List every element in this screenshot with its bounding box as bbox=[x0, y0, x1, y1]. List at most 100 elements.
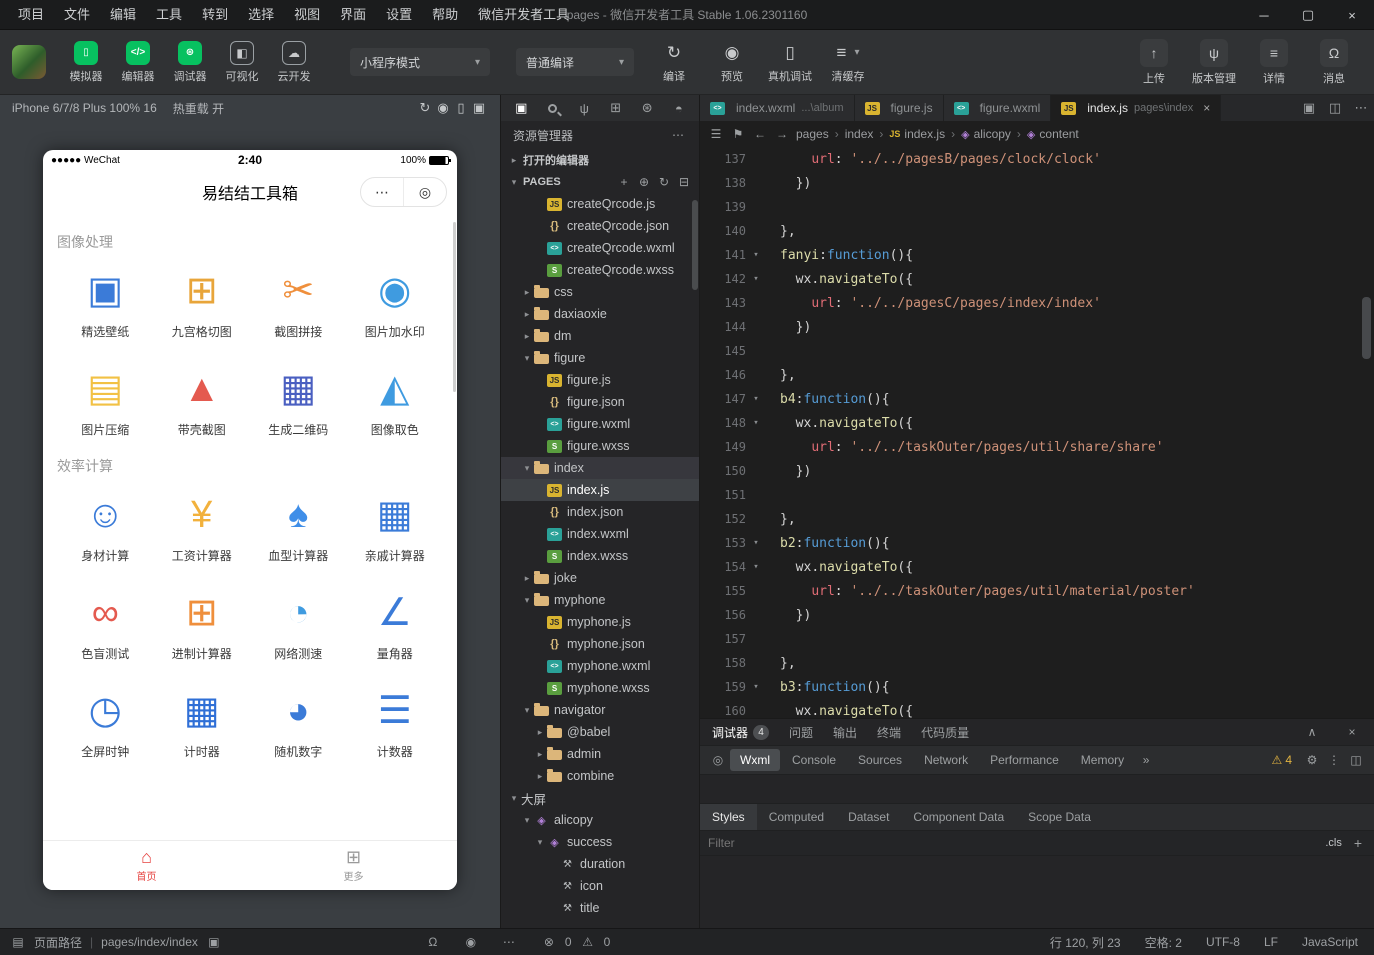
tree-item[interactable]: {}createQrcode.json bbox=[501, 215, 699, 237]
tree-item[interactable]: ▾◈success bbox=[501, 831, 699, 853]
tree-item[interactable]: {}index.json bbox=[501, 501, 699, 523]
editor-button[interactable]: </>编辑器 bbox=[112, 41, 164, 84]
user-avatar[interactable] bbox=[12, 45, 46, 79]
tree-item[interactable]: ▸combine bbox=[501, 765, 699, 787]
style-tab[interactable]: Computed bbox=[757, 804, 836, 830]
devtools-tab[interactable]: Sources bbox=[848, 749, 912, 771]
fold-icon[interactable]: ▾ bbox=[746, 394, 766, 404]
editor-scrollbar[interactable] bbox=[1362, 297, 1371, 359]
menu-item[interactable]: 微信开发者工具 bbox=[468, 0, 579, 30]
tree-item[interactable]: JSindex.js bbox=[501, 479, 699, 501]
compile-select[interactable]: 普通编译 ▾ bbox=[516, 48, 634, 76]
fold-icon[interactable]: ▾ bbox=[746, 274, 766, 284]
preview-button[interactable]: ◉预览 bbox=[706, 41, 758, 84]
close-tab-icon[interactable]: × bbox=[1203, 101, 1210, 115]
breadcrumb-item[interactable]: JSindex.js bbox=[889, 127, 945, 141]
phone-icon[interactable]: ▯ bbox=[452, 99, 470, 117]
app-item[interactable]: ⊞九宫格切图 bbox=[154, 266, 251, 340]
editor-tab[interactable]: <>index.wxml...\album bbox=[700, 95, 855, 121]
capsule-more-button[interactable]: ⋯ bbox=[361, 178, 404, 206]
tab-list-icon[interactable]: ▣ bbox=[1296, 95, 1322, 121]
eye-icon[interactable]: ◉ bbox=[463, 935, 479, 949]
details-button[interactable]: ≡详情 bbox=[1248, 39, 1300, 86]
tree-item[interactable]: ScreateQrcode.wxss bbox=[501, 259, 699, 281]
mode-select[interactable]: 小程序模式 ▾ bbox=[350, 48, 490, 76]
fold-icon[interactable]: ▾ bbox=[746, 250, 766, 260]
device-selector[interactable]: iPhone 6/7/8 Plus 100% 16 bbox=[12, 101, 157, 115]
tree-item[interactable]: Sfigure.wxss bbox=[501, 435, 699, 457]
panel-tab[interactable]: 调试器4 bbox=[712, 724, 769, 741]
errors-icon[interactable]: ⊗ bbox=[541, 935, 557, 949]
maximize-button[interactable]: ▢ bbox=[1286, 0, 1330, 30]
app-item[interactable]: ◷全屏时钟 bbox=[57, 686, 154, 760]
tree-item[interactable]: <>figure.wxml bbox=[501, 413, 699, 435]
indent-setting[interactable]: 空格: 2 bbox=[1145, 934, 1182, 951]
menu-item[interactable]: 视图 bbox=[284, 0, 330, 30]
tree-item[interactable]: {}figure.json bbox=[501, 391, 699, 413]
minimize-button[interactable]: ─ bbox=[1242, 0, 1286, 30]
compile-button[interactable]: ↻编译 bbox=[648, 41, 700, 84]
simulator-button[interactable]: ▯模拟器 bbox=[60, 41, 112, 84]
breadcrumb-item[interactable]: pages bbox=[796, 127, 829, 141]
tree-item[interactable]: ▾index bbox=[501, 457, 699, 479]
tree-item[interactable]: ⚒title bbox=[501, 897, 699, 919]
page-path-value[interactable]: pages/index/index bbox=[101, 935, 198, 949]
record-icon[interactable]: ◉ bbox=[434, 99, 452, 117]
open-editors-section[interactable]: ▸ 打开的编辑器 bbox=[501, 149, 699, 171]
editor-tab[interactable]: <>figure.wxml bbox=[944, 95, 1052, 121]
editor-tab[interactable]: JSindex.jspages\index× bbox=[1051, 95, 1221, 121]
app-item[interactable]: ◔网络测速 bbox=[250, 588, 347, 662]
app-item[interactable]: ▦计时器 bbox=[154, 686, 251, 760]
tree-item[interactable]: ▸daxiaoxie bbox=[501, 303, 699, 325]
app-item[interactable]: ▣精选壁纸 bbox=[57, 266, 154, 340]
app-item[interactable]: ⊞进制计算器 bbox=[154, 588, 251, 662]
explorer-more-icon[interactable]: ⋯ bbox=[669, 126, 687, 144]
add-style-button[interactable]: + bbox=[1350, 835, 1366, 851]
bug-icon[interactable]: ⊛ bbox=[640, 100, 655, 116]
menu-item[interactable]: 项目 bbox=[8, 0, 54, 30]
pages-section-header[interactable]: ▾ PAGES + ⊕ ↻ ⊟ bbox=[501, 171, 699, 193]
app-item[interactable]: ¥工资计算器 bbox=[154, 490, 251, 564]
tree-item[interactable]: ▾大屏 bbox=[501, 787, 699, 809]
panel-tab[interactable]: 代码质量 bbox=[921, 724, 969, 741]
dock-side-icon[interactable]: ◫ bbox=[1346, 750, 1366, 770]
editor-tab[interactable]: JSfigure.js bbox=[855, 95, 944, 121]
close-button[interactable]: × bbox=[1330, 0, 1374, 30]
panel-tab[interactable]: 问题 bbox=[789, 724, 813, 741]
editor-more-icon[interactable]: ⋯ bbox=[1348, 95, 1374, 121]
tree-item[interactable]: ▸@babel bbox=[501, 721, 699, 743]
visualization-button[interactable]: ◧可视化 bbox=[216, 41, 268, 84]
upload-button[interactable]: ↑上传 bbox=[1128, 39, 1180, 86]
more-tabs-icon[interactable]: » bbox=[1136, 750, 1156, 770]
new-file-icon[interactable]: + bbox=[615, 173, 633, 191]
bell-icon[interactable]: Ω bbox=[425, 935, 441, 949]
more-icon[interactable]: ⋯ bbox=[501, 935, 517, 949]
menu-item[interactable]: 文件 bbox=[54, 0, 100, 30]
code-area[interactable]: 137 url: '../../pagesB/pages/clock/clock… bbox=[700, 147, 1374, 718]
app-item[interactable]: ▲带壳截图 bbox=[154, 364, 251, 438]
page-path-label[interactable]: 页面路径 bbox=[34, 934, 82, 951]
devtools-tab[interactable]: Performance bbox=[980, 749, 1069, 771]
arrow-right-icon[interactable]: → bbox=[774, 127, 790, 141]
styles-content-area[interactable] bbox=[700, 856, 1374, 932]
panel-tab[interactable]: 输出 bbox=[833, 724, 857, 741]
app-item[interactable]: ◕随机数字 bbox=[250, 686, 347, 760]
menu-item[interactable]: 界面 bbox=[330, 0, 376, 30]
tree-item[interactable]: ▾navigator bbox=[501, 699, 699, 721]
capsule-exit-button[interactable]: ◎ bbox=[404, 178, 446, 206]
app-item[interactable]: ☰计数器 bbox=[347, 686, 444, 760]
devtools-tab[interactable]: Network bbox=[914, 749, 978, 771]
new-folder-icon[interactable]: ⊕ bbox=[635, 173, 653, 191]
devtools-settings-icon[interactable]: ⚙ bbox=[1302, 750, 1322, 770]
tree-item[interactable]: Smyphone.wxss bbox=[501, 677, 699, 699]
tree-item[interactable]: JSmyphone.js bbox=[501, 611, 699, 633]
tree-item[interactable]: Sindex.wxss bbox=[501, 545, 699, 567]
cls-button[interactable]: .cls bbox=[1317, 837, 1350, 849]
devtools-tab[interactable]: Wxml bbox=[730, 749, 780, 771]
tab-more[interactable]: ⊞更多 bbox=[250, 841, 457, 890]
tree-item[interactable]: ⚒duration bbox=[501, 853, 699, 875]
inspect-element-icon[interactable]: ◎ bbox=[708, 750, 728, 770]
tree-item[interactable]: JSfigure.js bbox=[501, 369, 699, 391]
app-item[interactable]: ▦生成二维码 bbox=[250, 364, 347, 438]
app-item[interactable]: ∠量角器 bbox=[347, 588, 444, 662]
